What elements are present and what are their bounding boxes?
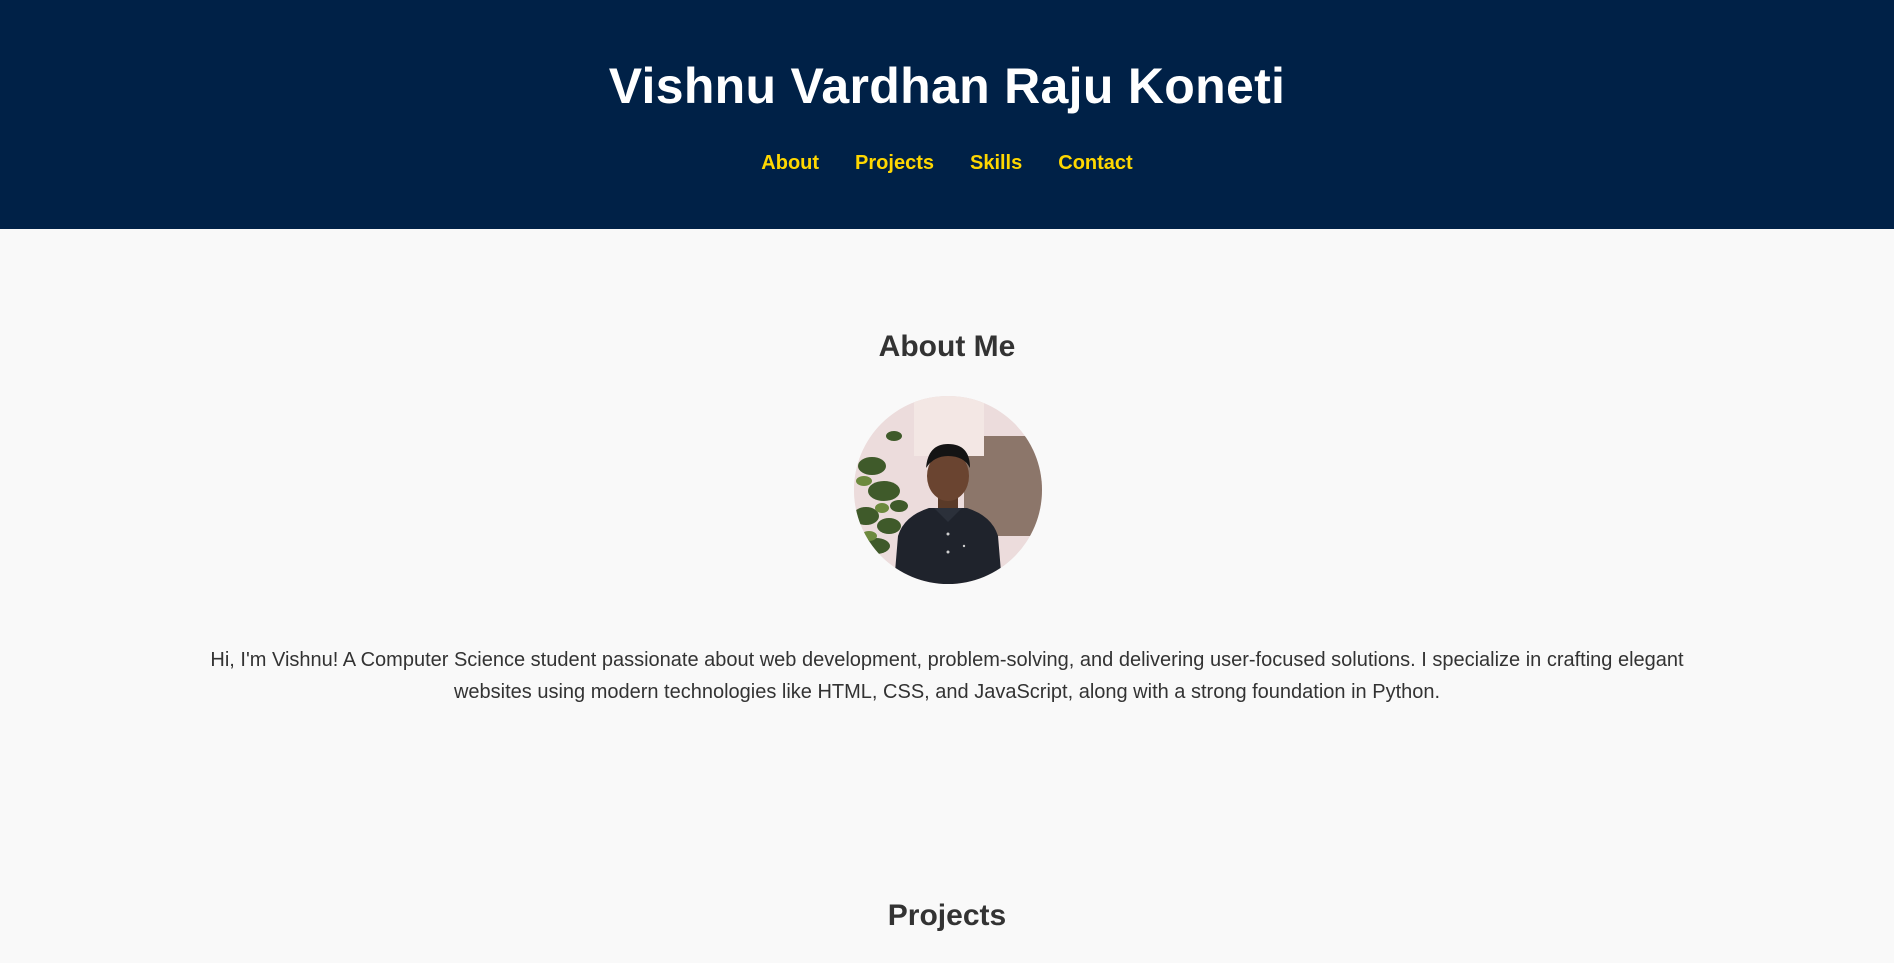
nav-skills-link[interactable]: Skills xyxy=(970,149,1022,177)
site-title: Vishnu Vardhan Raju Koneti xyxy=(608,58,1286,114)
nav-contact-link[interactable]: Contact xyxy=(1058,149,1132,177)
nav-about-link[interactable]: About xyxy=(761,149,819,177)
site-header: Vishnu Vardhan Raju Koneti About Project… xyxy=(0,0,1894,229)
nav-projects-link[interactable]: Projects xyxy=(855,149,934,177)
projects-heading: Projects xyxy=(887,899,1007,932)
about-heading: About Me xyxy=(878,330,1016,363)
main-content: About Me Hi, I'm Vishnu! A Computer Scie… xyxy=(0,229,1894,963)
profile-photo xyxy=(854,396,1042,584)
main-nav: About Projects Skills Contact xyxy=(0,149,1894,177)
about-paragraph: Hi, I'm Vishnu! A Computer Science stude… xyxy=(210,649,1684,703)
